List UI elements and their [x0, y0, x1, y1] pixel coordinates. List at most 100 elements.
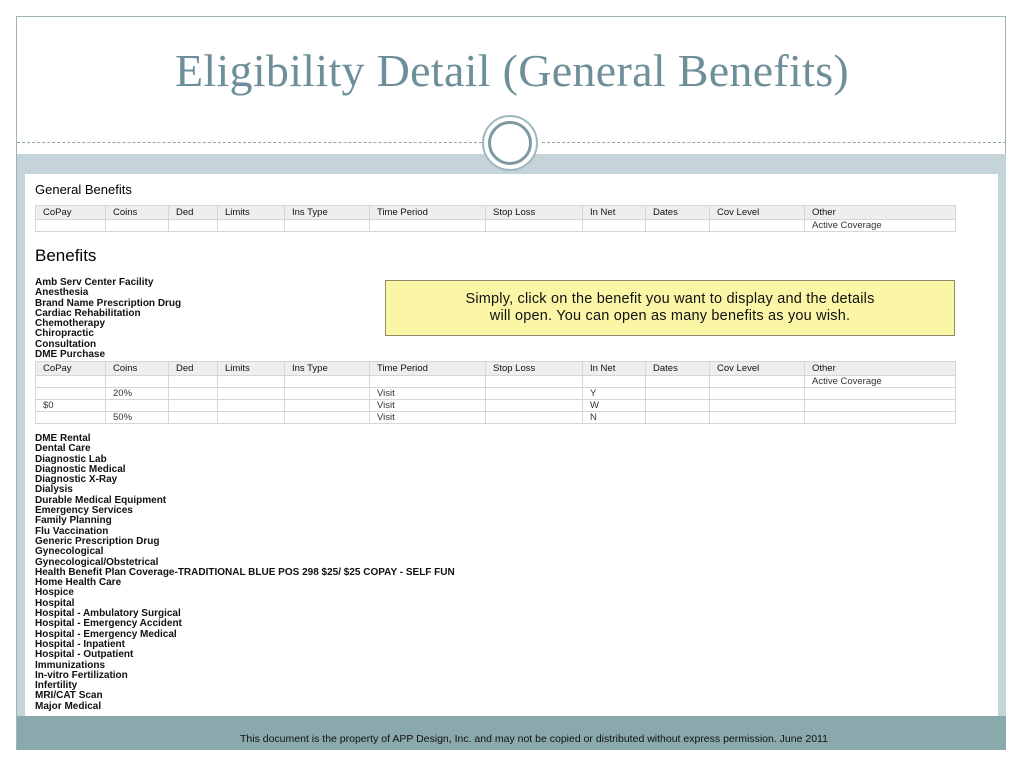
table-cell [35, 219, 106, 232]
table-cell [217, 399, 285, 412]
table-cell: Visit [369, 387, 486, 400]
table-cell [485, 411, 583, 424]
column-header: Cov Level [709, 361, 805, 376]
table-cell [645, 387, 710, 400]
callout-line-2: will open. You can open as many benefits… [489, 308, 851, 324]
table-cell [645, 399, 710, 412]
table-cell [369, 375, 486, 388]
table-cell [645, 411, 710, 424]
table-cell: $0 [35, 399, 106, 412]
table-cell [168, 375, 218, 388]
table-row: 20% Visit Y [35, 387, 956, 400]
column-header: Ded [168, 205, 218, 220]
table-cell [217, 387, 285, 400]
table-cell [485, 399, 583, 412]
table-cell [369, 219, 486, 232]
table-cell [709, 375, 805, 388]
column-header: CoPay [35, 361, 106, 376]
table-cell [582, 219, 646, 232]
table-cell [709, 411, 805, 424]
column-header: Ins Type [284, 205, 370, 220]
table-cell [645, 219, 710, 232]
table-row: $0 Visit W [35, 399, 956, 412]
column-header: Stop Loss [485, 361, 583, 376]
table-cell: N [582, 411, 646, 424]
frame-left-border [17, 174, 25, 716]
table-cell: Y [582, 387, 646, 400]
table-row: 50% Visit N [35, 411, 956, 424]
general-benefits-heading: General Benefits [35, 182, 132, 197]
table-cell: Active Coverage [804, 219, 956, 232]
table-cell [105, 399, 169, 412]
benefit-list: Amb Serv Center Facility Anesthesia Brand … [35, 277, 181, 360]
table-cell [709, 219, 805, 232]
column-header: Coins [105, 361, 169, 376]
table-cell [35, 375, 106, 388]
table-cell [284, 375, 370, 388]
table-cell [804, 387, 956, 400]
table-header-row: CoPay Coins Ded Limits Ins Type Time Period St… [35, 361, 956, 376]
table-cell [284, 219, 370, 232]
column-header: Coins [105, 205, 169, 220]
table-cell [284, 387, 370, 400]
table-cell: Visit [369, 399, 486, 412]
circle-ornament-inner-icon [488, 121, 532, 165]
slide-title: Eligibility Detail (General Benefits) [174, 45, 850, 96]
table-cell [217, 219, 285, 232]
column-header: Dates [645, 205, 710, 220]
table-cell [804, 411, 956, 424]
table-cell [217, 411, 285, 424]
callout-line-1: Simply, click on the benefit you want to… [465, 291, 875, 307]
benefits-heading: Benefits [35, 246, 97, 265]
column-header: In Net [582, 205, 646, 220]
footer-copyright: This document is the property of APP Des… [240, 733, 828, 745]
benefit-item[interactable]: Hospital - Outpatient [35, 649, 455, 660]
table-row: Active Coverage [35, 219, 956, 232]
table-cell [485, 387, 583, 400]
dme-purchase-table: CoPay Coins Ded Limits Ins Type Time Period St… [35, 361, 956, 424]
column-header: Time Period [369, 205, 486, 220]
table-cell [804, 399, 956, 412]
table-cell [35, 387, 106, 400]
table-cell: 20% [105, 387, 169, 400]
column-header: Cov Level [709, 205, 805, 220]
column-header: Stop Loss [485, 205, 583, 220]
benefit-item[interactable]: DME Rental [35, 433, 455, 444]
divider-left [17, 142, 482, 143]
table-cell [105, 219, 169, 232]
column-header: Limits [217, 205, 285, 220]
benefit-item[interactable]: In-vitro Fertilization [35, 670, 455, 681]
benefit-item[interactable]: Hospice [35, 588, 455, 599]
table-cell: W [582, 399, 646, 412]
column-header: Ded [168, 361, 218, 376]
table-cell [709, 399, 805, 412]
column-header: Ins Type [284, 361, 370, 376]
benefit-item[interactable]: Major Medical [35, 701, 455, 712]
table-cell [284, 411, 370, 424]
table-cell [217, 375, 285, 388]
benefit-item[interactable]: Home Health Care [35, 577, 455, 588]
column-header: Other [804, 361, 956, 376]
table-cell [645, 375, 710, 388]
table-cell [168, 399, 218, 412]
instruction-callout: Simply, click on the benefit you want to… [385, 280, 955, 336]
table-cell [168, 411, 218, 424]
table-row: Active Coverage [35, 375, 956, 388]
table-cell [582, 375, 646, 388]
table-cell [284, 399, 370, 412]
column-header: Other [804, 205, 956, 220]
table-cell: 50% [105, 411, 169, 424]
benefit-item[interactable]: DME Purchase [35, 349, 181, 360]
benefit-item[interactable]: Diagnostic X-Ray [35, 474, 455, 485]
screenshot-panel: General Benefits CoPay Coins Ded Limits Ins … [25, 174, 998, 716]
table-cell: Visit [369, 411, 486, 424]
column-header: Dates [645, 361, 710, 376]
table-cell [485, 219, 583, 232]
table-cell [168, 219, 218, 232]
benefit-list: DME Rental Dental Care Diagnostic Lab Diagn… [35, 433, 455, 712]
table-cell [709, 387, 805, 400]
table-cell [35, 411, 106, 424]
table-cell [485, 375, 583, 388]
table-cell: Active Coverage [804, 375, 956, 388]
table-cell [168, 387, 218, 400]
